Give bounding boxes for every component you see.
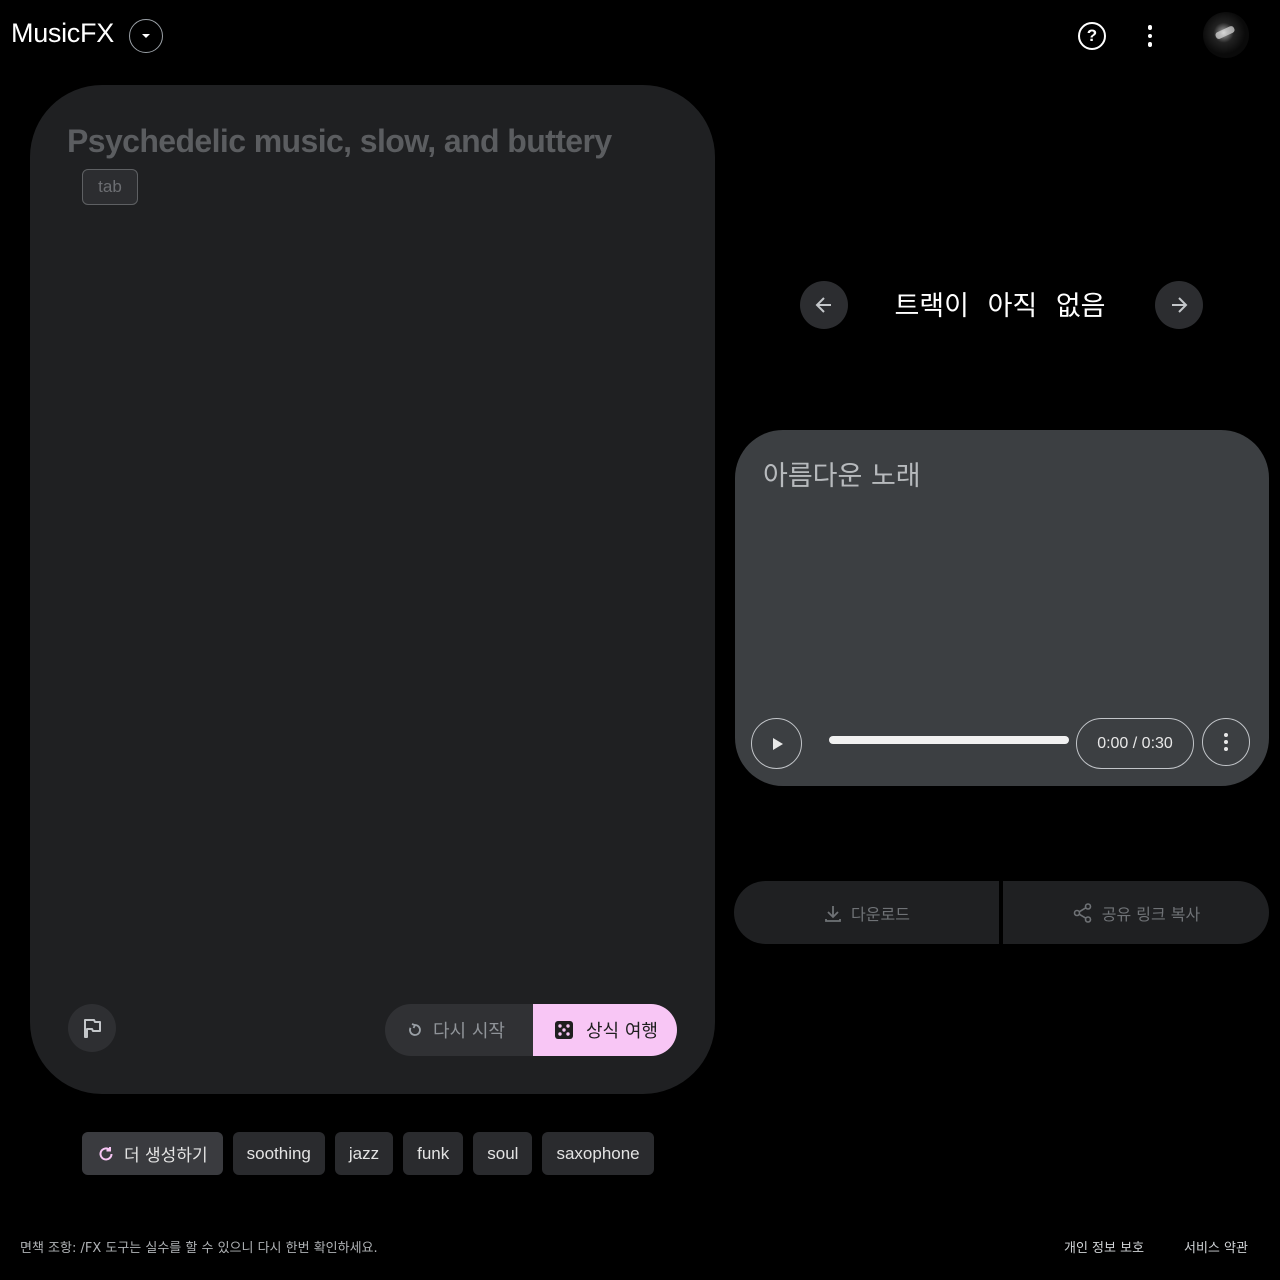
- prompt-input[interactable]: Psychedelic music, slow, and buttery: [67, 123, 612, 160]
- flag-icon: [84, 1019, 101, 1038]
- regenerate-chips-button[interactable]: 더 생성하기: [82, 1132, 223, 1175]
- play-button[interactable]: [751, 718, 802, 769]
- app-switcher-button[interactable]: [129, 19, 163, 53]
- terms-link[interactable]: 서비스 약관: [1184, 1237, 1248, 1256]
- time-display: 0:00 / 0:30: [1076, 718, 1194, 769]
- arrow-right-icon: [1172, 297, 1188, 313]
- restart-icon: [409, 1023, 421, 1036]
- dice-icon: [555, 1021, 573, 1039]
- chip-soothing[interactable]: soothing: [232, 1132, 325, 1175]
- help-icon: ?: [1086, 26, 1098, 45]
- privacy-link[interactable]: 개인 정보 보호: [1064, 1237, 1144, 1256]
- track-title: 아름다운 노래: [763, 461, 921, 492]
- restart-button[interactable]: 다시 시작: [385, 1004, 535, 1056]
- refresh-icon: [99, 1146, 113, 1160]
- play-icon: [772, 737, 783, 750]
- arrow-left-icon: [815, 297, 831, 313]
- more-vert-icon: [1224, 733, 1228, 737]
- more-options-button[interactable]: [1138, 22, 1162, 50]
- report-button[interactable]: [68, 1004, 116, 1052]
- share-label: 공유 링크 복사: [1101, 904, 1201, 924]
- app-title: MusicFX: [11, 18, 114, 48]
- restart-label: 다시 시작: [433, 1021, 505, 1042]
- disclaimer: 면책 조항: /FX 도구는 실수를 할 수 있으니 다시 한번 확인하세요.: [20, 1241, 378, 1256]
- track-status: 트랙이 아직 없음: [894, 291, 1106, 322]
- suggestion-chips: 더 생성하기 soothing jazz funk soul saxophone: [82, 1132, 654, 1175]
- download-button[interactable]: 다운로드: [734, 881, 999, 944]
- share-link-button[interactable]: 공유 링크 복사: [1003, 881, 1269, 944]
- track-more-button[interactable]: [1202, 718, 1250, 766]
- track-card: 아름다운 노래 0:00 / 0:30: [735, 430, 1269, 786]
- share-icon: [1073, 902, 1092, 923]
- trip-label: 상식 여행: [586, 1021, 658, 1042]
- prompt-card: Psychedelic music, slow, and buttery tab…: [30, 85, 715, 1094]
- tab-hint: tab: [82, 169, 138, 205]
- chip-soul[interactable]: soul: [473, 1132, 533, 1175]
- progress-slider[interactable]: [829, 736, 1069, 744]
- more-vert-icon: [1147, 25, 1153, 30]
- regenerate-label: 더 생성하기: [124, 1146, 208, 1166]
- chip-saxophone[interactable]: saxophone: [542, 1132, 654, 1175]
- avatar[interactable]: [1203, 12, 1249, 58]
- next-track-button[interactable]: [1155, 281, 1203, 329]
- download-label: 다운로드: [851, 904, 910, 924]
- previous-track-button[interactable]: [800, 281, 848, 329]
- chip-funk[interactable]: funk: [403, 1132, 464, 1175]
- download-icon: [825, 905, 841, 922]
- help-button[interactable]: ?: [1078, 22, 1106, 50]
- chevron-down-icon: [142, 34, 150, 38]
- trip-button[interactable]: 상식 여행: [533, 1004, 677, 1056]
- chip-jazz[interactable]: jazz: [334, 1132, 394, 1175]
